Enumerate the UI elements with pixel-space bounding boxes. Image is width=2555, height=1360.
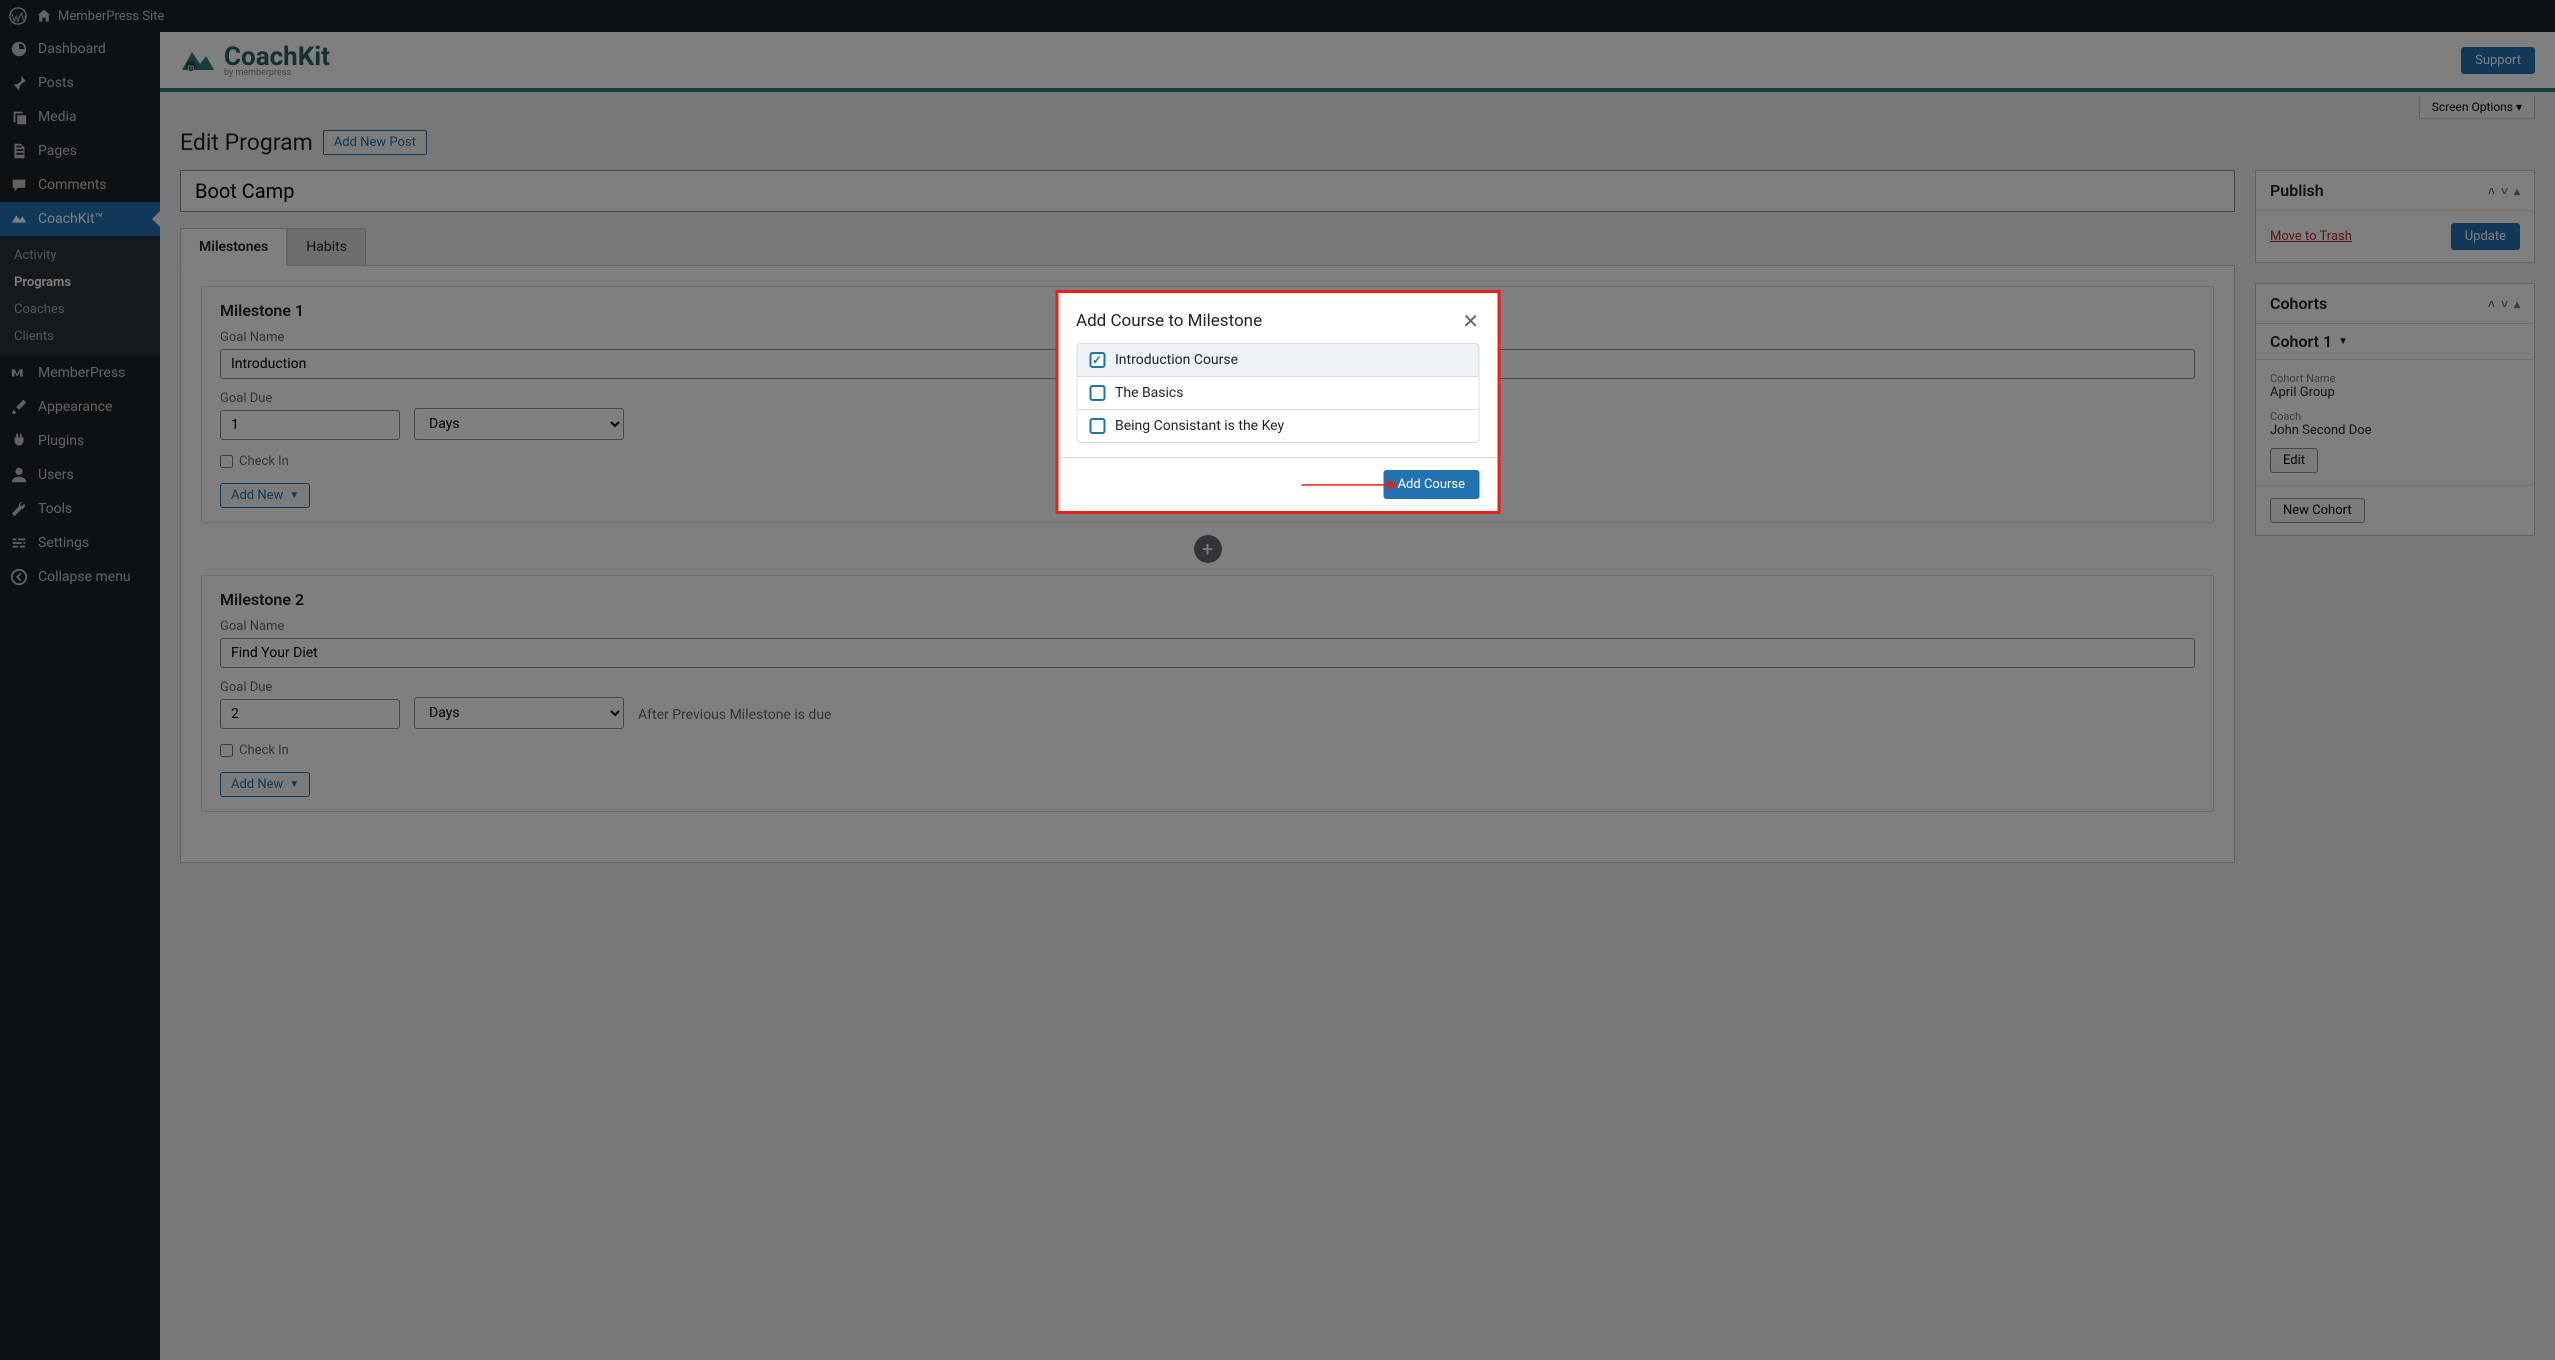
add-course-modal: Add Course to Milestone ✕ Introduction C… [1055, 290, 1500, 514]
course-label: The Basics [1115, 385, 1183, 401]
course-item[interactable]: The Basics [1077, 377, 1478, 410]
close-icon[interactable]: ✕ [1462, 309, 1479, 333]
checkbox-icon[interactable] [1089, 418, 1105, 434]
course-label: Introduction Course [1115, 352, 1238, 368]
course-item[interactable]: Being Consistant is the Key [1077, 410, 1478, 442]
course-item[interactable]: Introduction Course [1077, 344, 1478, 377]
course-list: Introduction Course The Basics Being Con… [1076, 343, 1479, 443]
modal-overlay[interactable] [0, 0, 2555, 1360]
modal-title: Add Course to Milestone [1076, 311, 1262, 331]
annotation-arrow-icon [1301, 478, 1397, 492]
add-course-button[interactable]: Add Course [1384, 470, 1479, 499]
checkbox-icon[interactable] [1089, 385, 1105, 401]
checkbox-icon[interactable] [1089, 352, 1105, 368]
course-label: Being Consistant is the Key [1115, 418, 1284, 434]
